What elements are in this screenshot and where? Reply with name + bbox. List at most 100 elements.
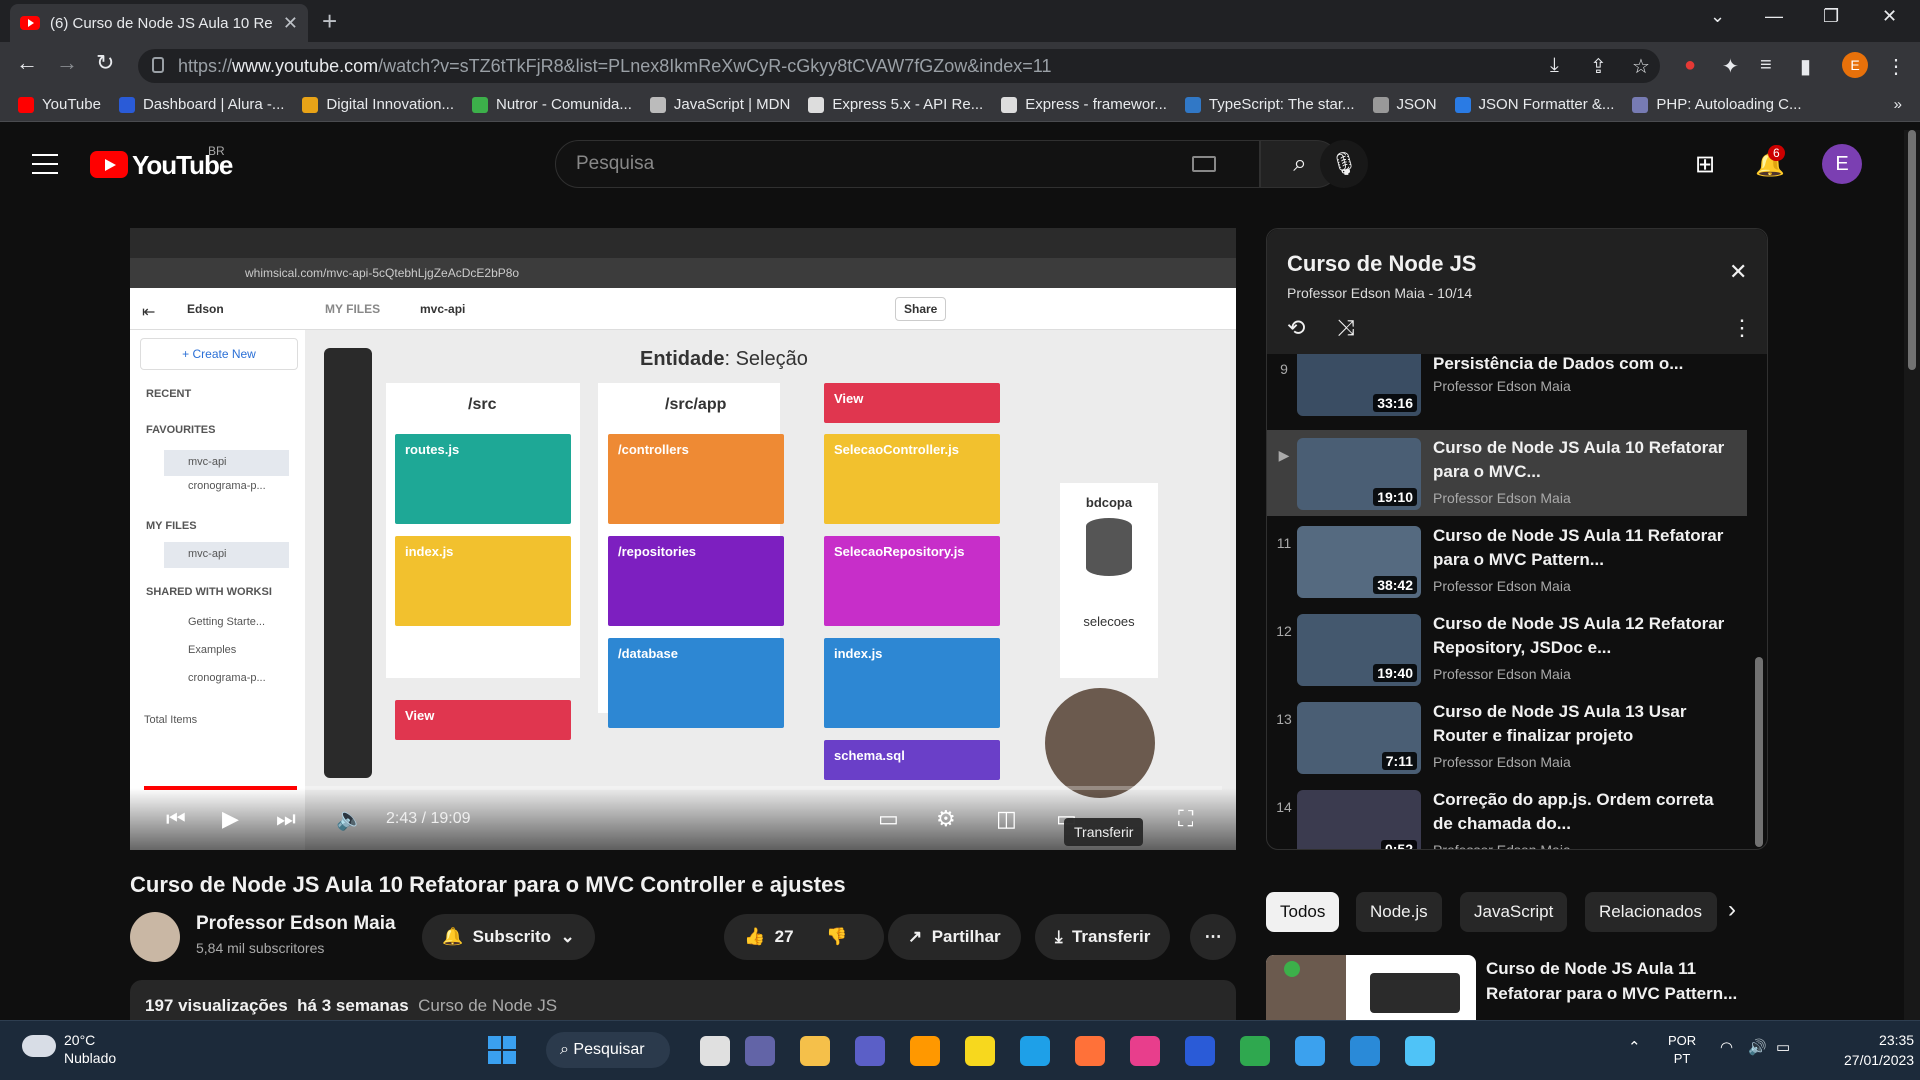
folder-icon[interactable] [800, 1036, 830, 1066]
url-input[interactable]: https://www.youtube.com/watch?v=sTZ6tTkF… [138, 49, 1660, 83]
back-icon[interactable]: ← [16, 50, 38, 76]
miniplayer-icon[interactable]: ◫ [996, 806, 1017, 832]
chevron-right-icon[interactable]: › [1728, 896, 1736, 924]
show-hidden-icons-icon[interactable]: ⌃ [1628, 1038, 1641, 1056]
bookmark-item[interactable]: JavaScript | MDN [649, 96, 790, 113]
share-icon[interactable]: ⇪ [1590, 54, 1607, 79]
filter-chip[interactable]: Relacionados [1585, 892, 1717, 932]
menu-icon[interactable] [32, 154, 58, 174]
filter-chip[interactable]: Node.js [1356, 892, 1442, 932]
bookmark-item[interactable]: Dashboard | Alura -... [118, 96, 284, 113]
recommended-thumbnail[interactable] [1266, 955, 1476, 1025]
bookmark-star-icon[interactable]: ☆ [1632, 54, 1650, 79]
subtitles-icon[interactable]: ▭ [878, 806, 899, 832]
like-button[interactable]: 👍 27 👎 [724, 914, 884, 960]
weather-temp[interactable]: 20°C [64, 1032, 95, 1048]
volume-icon[interactable]: 🔈 [336, 806, 363, 832]
lock-icon[interactable] [152, 57, 164, 73]
profile-avatar[interactable]: E [1842, 52, 1868, 78]
install-icon[interactable]: ⤓ [1550, 54, 1559, 77]
side-panel-icon[interactable]: ▮ [1800, 54, 1811, 79]
cloud-icon[interactable] [22, 1035, 56, 1057]
close-tab-icon[interactable]: ✕ [283, 13, 298, 34]
vscode-icon[interactable] [1350, 1036, 1380, 1066]
keyboard-icon[interactable] [1192, 156, 1216, 172]
firefox-icon[interactable] [1075, 1036, 1105, 1066]
playlist-scrollbar[interactable] [1755, 657, 1763, 847]
fullscreen-icon[interactable]: ⛶ [1178, 806, 1193, 832]
system-clock[interactable]: 23:35 27/01/2023 [1844, 1030, 1914, 1070]
more-actions-button[interactable]: ⋯ [1190, 914, 1236, 960]
chrome-menu-icon[interactable]: ⋮ [1886, 54, 1906, 79]
bookmark-item[interactable]: Nutror - Comunida... [472, 96, 632, 113]
taskbar-search[interactable]: ⌕ Pesquisar [546, 1032, 670, 1068]
page-scrollbar[interactable] [1904, 130, 1920, 1020]
microphone-icon[interactable]: 🎙 [1320, 140, 1368, 188]
create-video-icon[interactable]: ⊞ [1695, 150, 1715, 179]
thumbs-down-icon[interactable]: 👎 [826, 914, 847, 960]
battery-icon[interactable]: ▭ [1776, 1038, 1790, 1056]
recommended-title[interactable]: Curso de Node JS Aula 11 Refatorar para … [1486, 956, 1756, 1006]
forward-icon[interactable]: → [56, 50, 78, 76]
channel-avatar[interactable] [130, 912, 180, 962]
playlist-item[interactable]: ▶ 19:10 Curso de Node JS Aula 10 Refator… [1267, 430, 1747, 516]
browser-tab[interactable]: (6) Curso de Node JS Aula 10 Ref ✕ [10, 4, 308, 42]
sublime-icon[interactable] [910, 1036, 940, 1066]
new-tab-icon[interactable]: + [322, 6, 337, 37]
next-icon[interactable]: ⏭ [276, 806, 296, 832]
filter-chip[interactable]: JavaScript [1460, 892, 1568, 932]
play-icon[interactable]: ▶ [222, 806, 239, 832]
shuffle-icon[interactable]: ⤨ [1337, 315, 1355, 341]
bookmark-item[interactable]: JSON Formatter &... [1454, 96, 1614, 113]
settings-icon[interactable]: ⚙ [936, 806, 956, 832]
bookmark-item[interactable]: PHP: Autoloading C... [1632, 96, 1802, 113]
maximize-icon[interactable]: ❐ [1823, 6, 1839, 27]
bookmark-item[interactable]: Digital Innovation... [302, 96, 454, 113]
account-avatar[interactable]: E [1822, 144, 1862, 184]
chrome-icon[interactable] [1240, 1036, 1270, 1066]
video-player[interactable]: whimsical.com/mvc-api-5cQtebhLjgZeAcDcE2… [130, 228, 1236, 850]
app-icon[interactable] [1405, 1036, 1435, 1066]
teams-icon[interactable] [855, 1036, 885, 1066]
teams-chat-icon[interactable] [745, 1036, 775, 1066]
bookmark-item[interactable]: Express 5.x - API Re... [808, 96, 983, 113]
playlist-item[interactable]: 9 33:16 Persistência de Dados com o... P… [1267, 354, 1747, 430]
playlist-item[interactable]: 12 19:40 Curso de Node JS Aula 12 Refato… [1267, 606, 1747, 692]
bookmarks-overflow-icon[interactable]: » [1894, 96, 1902, 113]
close-playlist-icon[interactable]: ✕ [1729, 259, 1747, 285]
share-button[interactable]: ↗ Partilhar [888, 914, 1021, 960]
vpn-icon[interactable] [1185, 1036, 1215, 1066]
minimize-icon[interactable]: — [1765, 6, 1783, 27]
input-language[interactable]: POR PT [1668, 1032, 1696, 1068]
loop-icon[interactable]: ⟲ [1287, 315, 1305, 341]
extension-icon[interactable]: ● [1684, 54, 1696, 77]
extensions-puzzle-icon[interactable]: ✦ [1722, 54, 1739, 79]
weather-desc[interactable]: Nublado [64, 1050, 116, 1066]
youtube-logo-icon[interactable] [90, 151, 128, 178]
subscribe-button[interactable]: 🔔 Subscrito ⌄ [422, 914, 595, 960]
edge-icon[interactable] [1020, 1036, 1050, 1066]
file-explorer-icon[interactable] [700, 1036, 730, 1066]
bookmark-item[interactable]: TypeScript: The star... [1184, 96, 1355, 113]
wifi-icon[interactable]: ◠ [1720, 1038, 1733, 1056]
download-button[interactable]: ⤓ Transferir [1035, 914, 1171, 960]
bookmark-item[interactable]: YouTube [18, 96, 101, 113]
progress-bar[interactable] [144, 786, 1222, 790]
playlist-link[interactable]: Curso de Node JS [418, 996, 557, 1015]
filter-chip[interactable]: Todos [1266, 892, 1340, 932]
playlist-menu-icon[interactable]: ⋮ [1731, 315, 1753, 341]
page-scroll-thumb[interactable] [1908, 130, 1916, 370]
close-window-icon[interactable]: ✕ [1882, 6, 1897, 27]
playlist-title[interactable]: Curso de Node JS [1287, 251, 1476, 277]
playlist-item[interactable]: 11 38:42 Curso de Node JS Aula 11 Refato… [1267, 518, 1747, 604]
channel-name[interactable]: Professor Edson Maia [196, 913, 396, 935]
volume-tray-icon[interactable]: 🔊 [1748, 1038, 1767, 1056]
playlist-item[interactable]: 13 7:11 Curso de Node JS Aula 13 Usar Ro… [1267, 694, 1747, 780]
playlist-item[interactable]: 14 0:52 Correção do app.js. Ordem corret… [1267, 782, 1747, 849]
reload-icon[interactable]: ↻ [96, 50, 114, 76]
tab-search-icon[interactable]: ⌄ [1710, 6, 1725, 27]
bookmark-item[interactable]: Express - framewor... [1001, 96, 1167, 113]
windows-start-icon[interactable] [488, 1036, 516, 1064]
search-input[interactable]: Pesquisa [555, 140, 1260, 188]
intellij-icon[interactable] [1130, 1036, 1160, 1066]
